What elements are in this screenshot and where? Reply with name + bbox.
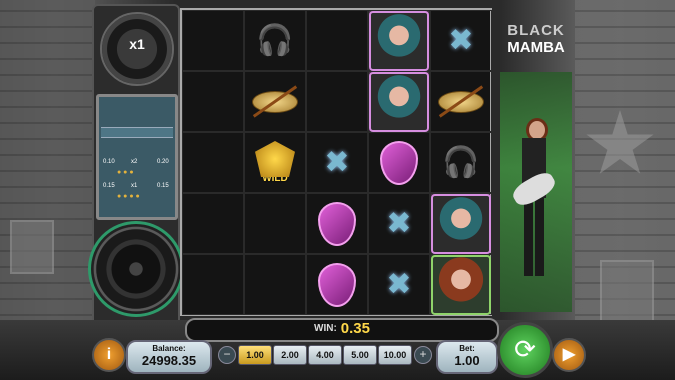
bet-value: 1.00	[454, 353, 480, 368]
reel-cell	[306, 71, 368, 132]
reel-cell: ✖	[430, 10, 492, 71]
guitar-pick-icon	[318, 201, 356, 246]
headphones-icon: 🎧	[256, 23, 294, 57]
game-logo: BLACK MAMBA	[496, 22, 576, 72]
poster	[600, 260, 654, 324]
plus-icon[interactable]: +	[414, 346, 432, 364]
poster	[10, 220, 54, 274]
bet-option-button[interactable]: 4.00	[308, 345, 342, 365]
guitarist-character	[509, 118, 559, 278]
reel-cell: 🎧	[430, 132, 492, 193]
reel-cell: 🎧	[244, 10, 306, 71]
reel-cell: ✖	[306, 132, 368, 193]
reel-cell	[182, 254, 244, 315]
redhead-symbol	[431, 254, 491, 315]
paytable-strip	[101, 127, 173, 138]
multiplier-value: x1	[129, 36, 145, 52]
reel-cell	[182, 132, 244, 193]
paytable-row: 0.15 x1 0.15	[101, 181, 173, 193]
cymbal-icon	[252, 90, 298, 113]
minus-icon[interactable]: −	[218, 346, 236, 364]
multiplier-speaker: x1	[100, 12, 174, 86]
reel-cell	[182, 71, 244, 132]
autoplay-icon[interactable]: ▶	[552, 338, 586, 372]
paytable-mid: x2	[131, 159, 138, 165]
guitar-pick-icon	[380, 140, 418, 185]
game-stage: x1 0.10 x2 0.20 ● ● ● 0.15 x1 0.15 ● ● ●…	[0, 0, 675, 380]
amp-machine: x1 0.10 x2 0.20 ● ● ● 0.15 x1 0.15 ● ● ●…	[88, 4, 184, 326]
reel-cell	[306, 254, 368, 315]
singer-symbol	[369, 10, 429, 71]
reel-cell: WILD	[244, 132, 306, 193]
wild-symbol: WILD	[255, 141, 295, 184]
bet-option-button[interactable]: 5.00	[343, 345, 377, 365]
balance-label: Balance:	[152, 344, 186, 353]
info-icon[interactable]: i	[92, 338, 126, 372]
brick-wall-left	[0, 0, 95, 330]
reel-cell	[430, 71, 492, 132]
balance-display: Balance: 24998.35	[126, 340, 212, 374]
win-label: WIN:	[314, 323, 337, 334]
singer-symbol	[431, 193, 491, 254]
reel-cell	[182, 10, 244, 71]
paytable-right: 0.20	[157, 159, 169, 165]
spin-arrows-icon[interactable]: ⟳	[497, 322, 553, 378]
win-display: WIN: 0.35	[185, 318, 499, 342]
logo-line-1: BLACK	[507, 22, 565, 39]
cymbal-icon	[438, 90, 484, 113]
reel-cell	[368, 71, 430, 132]
reel-cell: ✖	[368, 254, 430, 315]
win-amount: 0.35	[340, 320, 370, 337]
bet-option-button[interactable]: 10.00	[378, 345, 412, 365]
microphone-icon: ✖	[324, 145, 350, 179]
headphones-icon: 🎧	[442, 145, 480, 179]
paytable-symbol-dots: ● ● ● ●	[117, 193, 140, 200]
microphone-icon: ✖	[386, 267, 412, 301]
bass-speaker	[88, 221, 184, 317]
reel-cell	[368, 132, 430, 193]
reel-cell	[368, 10, 430, 71]
reel-cell	[244, 193, 306, 254]
reel-cell	[244, 71, 306, 132]
reel-cell	[306, 193, 368, 254]
microphone-icon: ✖	[386, 206, 412, 240]
bet-display: Bet: 1.00	[436, 340, 498, 374]
microphone-icon: ✖	[448, 23, 474, 57]
singer-symbol	[369, 71, 429, 132]
paytable-mid: x1	[131, 183, 138, 189]
guitar-pick-icon	[318, 262, 356, 307]
snake-icon	[255, 141, 295, 177]
paytable-panel: 0.10 x2 0.20 ● ● ● 0.15 x1 0.15 ● ● ● ●	[96, 94, 178, 220]
balance-value: 24998.35	[141, 353, 197, 368]
bet-option-button[interactable]: 2.00	[273, 345, 307, 365]
logo-line-2: MAMBA	[507, 39, 565, 56]
paytable-row: 0.10 x2 0.20	[101, 157, 173, 169]
reel-cell: ✖	[368, 193, 430, 254]
reel-grid: 🎧 ✖ WILD ✖ 🎧 ✖ ✖	[182, 10, 492, 315]
reel-cell	[182, 193, 244, 254]
reel-cell	[430, 193, 492, 254]
paytable-symbol-dots: ● ● ●	[117, 169, 134, 176]
reel-area: 🎧 ✖ WILD ✖ 🎧 ✖ ✖	[180, 8, 492, 316]
paytable-left: 0.10	[103, 159, 115, 165]
reel-cell	[306, 10, 368, 71]
reel-cell	[244, 254, 306, 315]
paytable-right: 0.15	[157, 183, 169, 189]
reel-cell	[430, 254, 492, 315]
bet-option-button[interactable]: 1.00	[238, 345, 272, 365]
bet-label: Bet:	[459, 344, 475, 353]
paytable-left: 0.15	[103, 183, 115, 189]
